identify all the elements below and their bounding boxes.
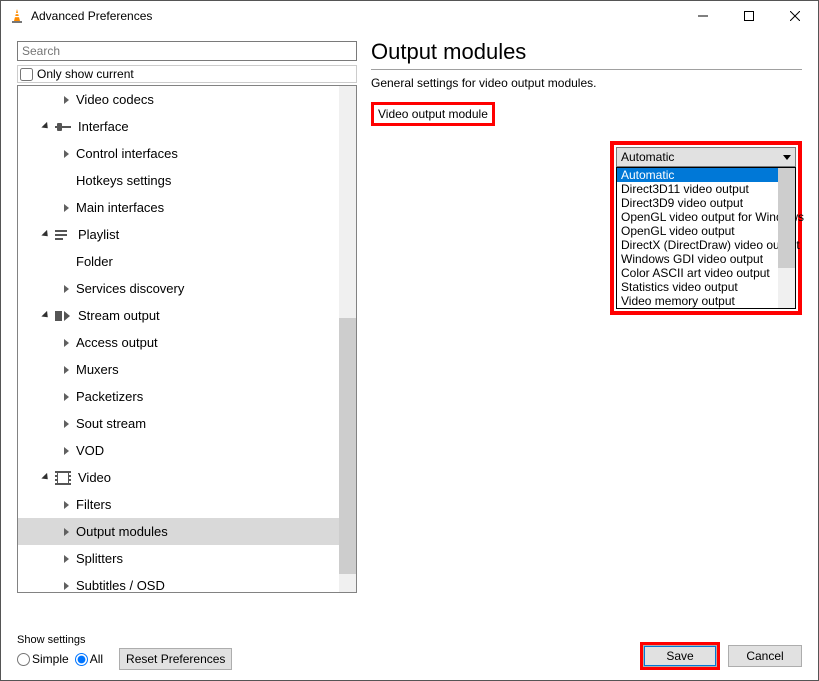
tree-item-folder[interactable]: Folder: [18, 248, 339, 275]
interface-icon: [54, 118, 72, 136]
panel-description: General settings for video output module…: [371, 76, 802, 90]
preferences-tree: Video codecs Interface Control interface…: [17, 85, 357, 593]
dropdown-option[interactable]: OpenGL video output: [617, 224, 778, 238]
chevron-right-icon[interactable]: [58, 555, 74, 563]
reset-preferences-button[interactable]: Reset Preferences: [119, 648, 232, 670]
only-show-current-label: Only show current: [37, 67, 134, 81]
chevron-right-icon[interactable]: [58, 366, 74, 374]
chevron-down-icon[interactable]: [38, 475, 54, 480]
dropdown-selected-value: Automatic: [621, 150, 674, 164]
chevron-right-icon[interactable]: [58, 96, 74, 104]
save-button[interactable]: Save: [643, 645, 717, 667]
dropdown-option[interactable]: Automatic: [617, 168, 778, 182]
tree-item-output-modules[interactable]: Output modules: [18, 518, 339, 545]
chevron-right-icon[interactable]: [58, 501, 74, 509]
tree-item-access-output[interactable]: Access output: [18, 329, 339, 356]
dropdown-list: Automatic Direct3D11 video output Direct…: [616, 167, 796, 309]
chevron-right-icon[interactable]: [58, 582, 74, 590]
tree-item-services-discovery[interactable]: Services discovery: [18, 275, 339, 302]
dropdown-option[interactable]: DirectX (DirectDraw) video output: [617, 238, 778, 252]
dropdown-option[interactable]: Direct3D11 video output: [617, 182, 778, 196]
chevron-right-icon[interactable]: [58, 204, 74, 212]
chevron-right-icon[interactable]: [58, 285, 74, 293]
maximize-button[interactable]: [726, 1, 772, 31]
radio-all[interactable]: All: [75, 652, 103, 666]
chevron-down-icon: [783, 155, 791, 160]
bottom-bar: Show settings Simple All Reset Preferenc…: [1, 620, 818, 680]
search-input[interactable]: [17, 41, 357, 61]
tree-item-control-interfaces[interactable]: Control interfaces: [18, 140, 339, 167]
chevron-right-icon[interactable]: [58, 393, 74, 401]
window-title: Advanced Preferences: [31, 9, 680, 23]
chevron-right-icon[interactable]: [58, 528, 74, 536]
chevron-right-icon[interactable]: [58, 447, 74, 455]
radio-simple[interactable]: Simple: [17, 652, 69, 666]
tree-scrollbar[interactable]: [339, 86, 356, 592]
chevron-right-icon[interactable]: [58, 150, 74, 158]
chevron-down-icon[interactable]: [38, 232, 54, 237]
only-show-current-input[interactable]: [20, 68, 33, 81]
highlight-dropdown: Automatic Automatic Direct3D11 video out…: [610, 141, 802, 315]
dropdown-option[interactable]: Video memory output: [617, 294, 778, 308]
tree-item-hotkeys-settings[interactable]: Hotkeys settings: [18, 167, 339, 194]
vlc-cone-icon: [9, 8, 25, 24]
panel-title: Output modules: [371, 39, 802, 70]
tree-item-muxers[interactable]: Muxers: [18, 356, 339, 383]
tree-item-video-codecs[interactable]: Video codecs: [18, 86, 339, 113]
close-button[interactable]: [772, 1, 818, 31]
show-settings-label: Show settings: [17, 634, 232, 646]
chevron-right-icon[interactable]: [58, 339, 74, 347]
tree-item-packetizers[interactable]: Packetizers: [18, 383, 339, 410]
dropdown-option[interactable]: Statistics video output: [617, 280, 778, 294]
dropdown-option[interactable]: OpenGL video output for Windows: [617, 210, 778, 224]
tree-item-splitters[interactable]: Splitters: [18, 545, 339, 572]
video-output-module-dropdown[interactable]: Automatic: [616, 147, 796, 167]
tree-item-interface[interactable]: Interface: [18, 113, 339, 140]
highlight-save: Save: [640, 642, 720, 670]
tree-item-filters[interactable]: Filters: [18, 491, 339, 518]
chevron-down-icon[interactable]: [38, 124, 54, 129]
minimize-button[interactable]: [680, 1, 726, 31]
stream-output-icon: [54, 307, 72, 325]
tree-item-video[interactable]: Video: [18, 464, 339, 491]
titlebar: Advanced Preferences: [1, 1, 818, 31]
dropdown-option[interactable]: Windows GDI video output: [617, 252, 778, 266]
scrollbar-thumb[interactable]: [778, 168, 795, 268]
playlist-icon: [54, 226, 72, 244]
video-output-module-label: Video output module: [374, 105, 492, 123]
dropdown-option[interactable]: Direct3D9 video output: [617, 196, 778, 210]
only-show-current-checkbox[interactable]: Only show current: [17, 65, 357, 83]
chevron-right-icon[interactable]: [58, 420, 74, 428]
tree-item-main-interfaces[interactable]: Main interfaces: [18, 194, 339, 221]
chevron-down-icon[interactable]: [38, 313, 54, 318]
tree-item-playlist[interactable]: Playlist: [18, 221, 339, 248]
tree-item-stream-output[interactable]: Stream output: [18, 302, 339, 329]
tree-item-vod[interactable]: VOD: [18, 437, 339, 464]
video-icon: [54, 469, 72, 487]
tree-item-sout-stream[interactable]: Sout stream: [18, 410, 339, 437]
tree-item-subtitles-osd[interactable]: Subtitles / OSD: [18, 572, 339, 593]
scrollbar-thumb[interactable]: [339, 318, 356, 574]
highlight-field-label: Video output module: [371, 102, 495, 126]
dropdown-scrollbar[interactable]: [778, 168, 795, 308]
dropdown-option[interactable]: Color ASCII art video output: [617, 266, 778, 280]
cancel-button[interactable]: Cancel: [728, 645, 802, 667]
